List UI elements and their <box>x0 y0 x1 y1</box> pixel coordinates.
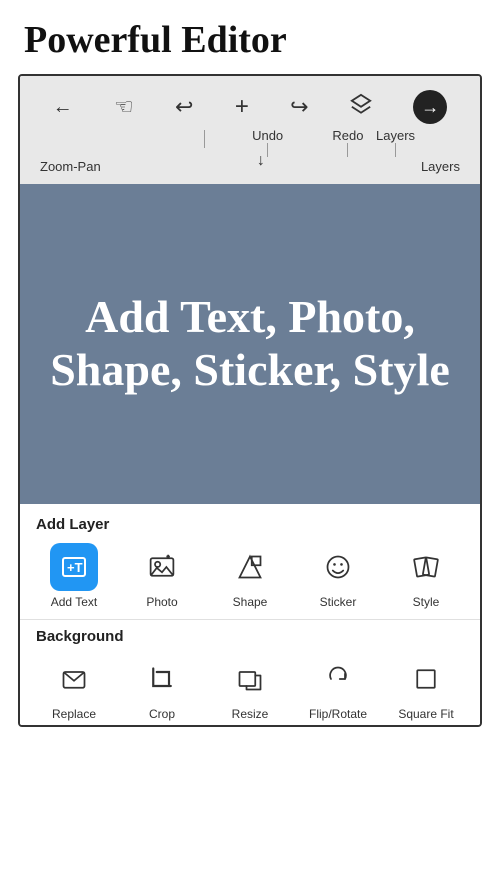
redo-label-group: Redo <box>332 128 363 157</box>
redo-label: Redo <box>332 128 363 143</box>
add-layer-panel: Add Layer +T Add Text <box>20 504 480 725</box>
zoom-pan-bottom-label: Zoom-Pan <box>40 159 101 174</box>
undo-icon[interactable]: ↩ <box>175 94 193 120</box>
flip-rotate-icon <box>314 655 362 703</box>
layers-bottom-label: Layers <box>421 159 460 174</box>
add-text-icon: +T <box>50 543 98 591</box>
photo-icon <box>138 543 186 591</box>
add-icon[interactable]: + <box>235 93 249 121</box>
canvas-area: Add Text, Photo, Shape, Sticker, Style <box>20 184 480 504</box>
page-title: Powerful Editor <box>0 0 500 74</box>
shape-tool[interactable]: Shape <box>206 543 294 609</box>
add-text-label: Add Text <box>51 595 97 609</box>
resize-icon <box>226 655 274 703</box>
layers-label: Layers <box>376 128 415 143</box>
style-tool[interactable]: Style <box>382 543 470 609</box>
flip-rotate-tool[interactable]: Flip/Rotate <box>294 655 382 721</box>
undo-label: Undo <box>252 128 283 143</box>
background-tools: Replace Crop <box>20 651 480 725</box>
sticker-icon <box>314 543 362 591</box>
style-label: Style <box>413 595 440 609</box>
redo-icon[interactable]: ↪ <box>290 94 308 120</box>
layers-label-group: Layers <box>376 128 415 157</box>
resize-tool[interactable]: Resize <box>206 655 294 721</box>
square-fit-icon <box>402 655 450 703</box>
layers-icon[interactable] <box>350 93 372 121</box>
photo-label: Photo <box>146 595 177 609</box>
shape-icon <box>226 543 274 591</box>
crop-tool[interactable]: Crop <box>118 655 206 721</box>
square-fit-tool[interactable]: Square Fit <box>382 655 470 721</box>
next-button[interactable]: → <box>413 90 447 124</box>
resize-label: Resize <box>232 707 269 721</box>
crop-label: Crop <box>149 707 175 721</box>
shape-label: Shape <box>233 595 268 609</box>
zoom-pan-icon[interactable]: ☜ <box>114 94 134 120</box>
editor-frame: ← ☜ ↩ + ↪ → <box>18 74 482 727</box>
zoom-pan-label <box>169 130 239 148</box>
flip-rotate-label: Flip/Rotate <box>309 707 367 721</box>
toolbar: ← ☜ ↩ + ↪ → <box>20 76 480 184</box>
replace-tool[interactable]: Replace <box>30 655 118 721</box>
sticker-tool[interactable]: Sticker <box>294 543 382 609</box>
undo-label-group: Undo <box>252 128 283 157</box>
crop-icon <box>138 655 186 703</box>
replace-icon <box>50 655 98 703</box>
canvas-main-text: Add Text, Photo, Shape, Sticker, Style <box>40 291 460 397</box>
add-layer-title: Add Layer <box>20 512 480 539</box>
photo-tool[interactable]: Photo <box>118 543 206 609</box>
sticker-label: Sticker <box>320 595 357 609</box>
add-text-tool[interactable]: +T Add Text <box>30 543 118 609</box>
background-title: Background <box>20 624 480 651</box>
style-icon <box>402 543 450 591</box>
svg-text:+T: +T <box>67 560 83 575</box>
back-icon[interactable]: ← <box>53 96 73 119</box>
replace-label: Replace <box>52 707 96 721</box>
square-fit-label: Square Fit <box>398 707 453 721</box>
add-layer-tools: +T Add Text Photo <box>20 539 480 620</box>
